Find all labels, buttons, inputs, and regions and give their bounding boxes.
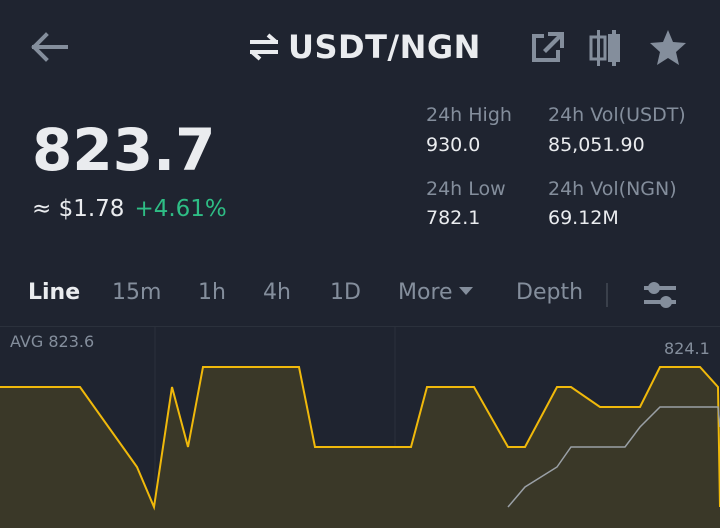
tab-more[interactable]: More	[398, 280, 473, 305]
sliders-icon	[644, 282, 676, 308]
tab-1d[interactable]: 1D	[330, 280, 361, 305]
tab-more-label: More	[398, 280, 453, 305]
tab-15m[interactable]: 15m	[112, 280, 161, 305]
vol-ngn-label: 24h Vol(NGN)	[548, 178, 677, 200]
tab-4h[interactable]: 4h	[263, 280, 291, 305]
vol-ngn-value: 69.12M	[548, 207, 619, 229]
vol-usdt-value: 85,051.90	[548, 134, 645, 156]
price-line-chart[interactable]	[0, 327, 720, 528]
y-axis-max-label: 824.1	[664, 339, 710, 358]
external-link-icon	[532, 32, 564, 62]
tab-1h[interactable]: 1h	[198, 280, 226, 305]
external-link-button[interactable]	[528, 28, 568, 68]
swap-icon	[250, 33, 278, 61]
low-label: 24h Low	[426, 178, 506, 200]
high-label: 24h High	[426, 104, 512, 126]
star-icon	[650, 30, 686, 65]
price-change: +4.61%	[134, 196, 227, 222]
avg-label: AVG 823.6	[10, 332, 95, 351]
price-sub-row: ≈ $1.78 +4.61%	[32, 196, 227, 222]
tab-depth[interactable]: Depth	[516, 280, 583, 305]
vol-usdt-label: 24h Vol(USDT)	[548, 104, 686, 126]
last-price: 823.7	[32, 116, 216, 184]
tab-separator	[606, 283, 608, 307]
back-button[interactable]	[30, 30, 70, 64]
usd-equivalent: ≈ $1.78	[32, 196, 125, 222]
caret-down-icon	[458, 287, 473, 295]
high-value: 930.0	[426, 134, 481, 156]
tab-line[interactable]: Line	[28, 280, 80, 305]
top-bar: USDT/NGN	[0, 0, 720, 96]
chart-type-button[interactable]	[588, 28, 628, 68]
low-value: 782.1	[426, 207, 481, 229]
back-arrow-icon	[31, 32, 68, 62]
candlestick-icon	[589, 30, 620, 66]
pair-title: USDT/NGN	[288, 28, 481, 66]
pair-selector[interactable]: USDT/NGN	[248, 28, 481, 66]
interval-tabs: Line 15m 1h 4h 1D More Depth	[0, 280, 720, 316]
chart-settings-button[interactable]	[642, 278, 682, 318]
favorite-button[interactable]	[648, 28, 688, 68]
